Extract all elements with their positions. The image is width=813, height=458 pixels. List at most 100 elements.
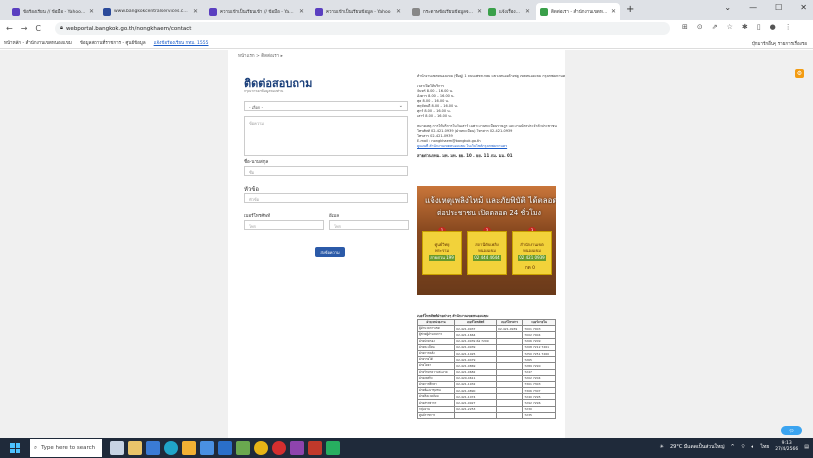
- banner-footer: กด 0: [525, 266, 535, 271]
- language-icon[interactable]: ไทย: [760, 443, 769, 451]
- contact-info: สำนักงานเขตหนองแขม (ที่อยู่) 1 ถนนเพชรเก…: [417, 74, 565, 158]
- browser-tab[interactable]: ความเข้าเป็นเรียนข้อมูล - Yahoo ✕: [311, 3, 405, 20]
- new-tab-button[interactable]: +: [626, 4, 634, 15]
- banner-card-line2: พระราม: [435, 248, 449, 253]
- edge-icon[interactable]: [164, 441, 178, 455]
- task-view-icon[interactable]: [110, 441, 124, 455]
- banner-card-line3: 02 421 0939: [518, 255, 546, 261]
- tray-chevron-icon[interactable]: ^: [731, 444, 735, 450]
- tab-close-icon[interactable]: ✕: [525, 8, 530, 15]
- sidebar-icon[interactable]: ▯: [757, 23, 761, 31]
- chevron-down-icon: ⌄: [398, 103, 403, 109]
- system-tray: ☀ 29°C มีแดดเป็นส่วนใหญ่ ^ ⌔ 🔈︎ ไทย 9:13…: [660, 441, 810, 453]
- tab-close-icon[interactable]: ✕: [193, 8, 198, 15]
- map-link[interactable]: ดูแผนที่ สำนักงานเขตหนองแขม ในเว็บไซต์กร…: [417, 144, 565, 149]
- weather-icon[interactable]: ☀: [660, 444, 664, 450]
- bookmark-item[interactable]: แจ้งข้อร้องเรียน กทม. 1555: [154, 39, 209, 46]
- subject-field[interactable]: หัวข้อ: [244, 193, 408, 203]
- app-icon[interactable]: [290, 441, 304, 455]
- accessibility-icon[interactable]: ⚙: [795, 69, 804, 78]
- app-icon[interactable]: [182, 441, 196, 455]
- phone-table: ฝ่าย/หน่วยงาน เบอร์โทรศัพท์ เบอร์โทรสาร เบอ…: [416, 318, 556, 420]
- volume-icon[interactable]: 🔈︎: [751, 444, 754, 450]
- browser-tab[interactable]: กระดาษข้อเรียนข้อมูลจะเปลี่ยนแปลง✕: [408, 3, 486, 20]
- breadcrumb[interactable]: หน้าแรก > ติดต่อเรา ▸: [238, 52, 283, 59]
- banner-card: สถานีดับเพลิง หนองแขม 02 444 4644: [467, 231, 507, 275]
- clock[interactable]: 9:13 27/4/2566: [775, 441, 798, 453]
- star-icon[interactable]: ☆: [727, 23, 733, 31]
- tab-close-icon[interactable]: ✕: [89, 8, 94, 15]
- category-select[interactable]: - เลือก - ⌄: [244, 101, 408, 111]
- notification-icon[interactable]: ▤: [804, 444, 809, 450]
- mail-icon[interactable]: [218, 441, 232, 455]
- forward-icon[interactable]: →: [21, 24, 28, 33]
- banner-card-line2: หนองแขม: [478, 248, 496, 253]
- reload-icon[interactable]: C: [35, 24, 41, 33]
- browser-tab[interactable]: ความเข้าเป็นเรียนเข้า // ข้อมือ - Yahoo …: [205, 3, 308, 20]
- page-subtitle: กรุณากรอกข้อมูลของท่าน: [244, 89, 284, 93]
- app-icon[interactable]: [200, 441, 214, 455]
- window-controls: ⌄ — ☐ ✕: [724, 3, 807, 12]
- windows-start-icon[interactable]: [10, 443, 20, 453]
- browser-tab[interactable]: ติดต่อเรา - สำนักงานเขตหนองแขม✕: [536, 3, 620, 20]
- address-bar-url: webportal.bangkok.go.th/nongkhaem/contac…: [65, 25, 192, 32]
- tab-label: ความเข้าเป็นเรียนข้อมูล - Yahoo: [326, 10, 391, 15]
- tab-favicon-icon: [412, 7, 420, 16]
- browser-tab[interactable]: www.bangkokcentralservices.com - Yahoo S…: [99, 3, 202, 20]
- app-icon[interactable]: [236, 441, 250, 455]
- address-bar[interactable]: 🔒︎ webportal.bangkok.go.th/nongkhaem/con…: [55, 22, 670, 35]
- name-placeholder: ชื่อ: [249, 170, 255, 175]
- app-icon[interactable]: [128, 441, 142, 455]
- translate-icon[interactable]: ⊞: [682, 23, 688, 31]
- opera-icon[interactable]: [272, 441, 286, 455]
- weather-text[interactable]: 29°C มีแดดเป็นส่วนใหญ่: [670, 443, 725, 451]
- banner-card-line3: สายด่วน 199: [429, 255, 455, 261]
- message-textarea[interactable]: ข้อความ: [244, 116, 408, 156]
- tab-label: แจ้งเรื่องร้องเรียนและเสนอแนะ: [499, 10, 522, 15]
- chevron-down-icon[interactable]: ⌄: [724, 3, 731, 12]
- bookmark-item[interactable]: ข้อมูลสถานที่ราชการ - ศูนย์ข้อมูล: [80, 39, 146, 46]
- banner-card-line3: 02 444 4644: [473, 255, 501, 261]
- name-field[interactable]: ชื่อ: [244, 166, 408, 176]
- back-icon[interactable]: ←: [6, 24, 13, 33]
- app-icon[interactable]: [308, 441, 322, 455]
- app-icon[interactable]: [146, 441, 160, 455]
- maximize-icon[interactable]: ☐: [775, 3, 782, 12]
- tab-label: ข้อร้องเรียน // ข้อมือ - Yahoo Search Re…: [23, 10, 86, 15]
- bookmark-item[interactable]: หน้าหลัก - สำนักงานเขตหนองแขม: [4, 39, 72, 46]
- tab-close-icon[interactable]: ✕: [396, 8, 401, 15]
- phone-field[interactable]: โทร: [244, 220, 324, 230]
- network-icon[interactable]: ⌔: [741, 444, 746, 450]
- browser-tab[interactable]: แจ้งเรื่องร้องเรียนและเสนอแนะ✕: [484, 3, 534, 20]
- app-icon[interactable]: [326, 441, 340, 455]
- banner-card-line2: หนองแขม: [523, 248, 541, 253]
- browser-tab-strip: ข้อร้องเรียน // ข้อมือ - Yahoo Search Re…: [0, 0, 813, 20]
- banner-subtitle: ต่อประชาชน เปิดตลอด 24 ชั่วโมง: [437, 209, 541, 217]
- close-icon[interactable]: ✕: [800, 3, 807, 12]
- menu-icon[interactable]: ⋮: [785, 23, 792, 31]
- minimize-icon[interactable]: —: [749, 3, 757, 12]
- table-cell: [454, 411, 497, 420]
- banner-card: ศูนย์วิทยุ พระราม สายด่วน 199: [422, 231, 462, 275]
- tab-label: www.bangkokcentralservices.com - Yahoo S…: [114, 9, 190, 14]
- browser-tab[interactable]: ข้อร้องเรียน // ข้อมือ - Yahoo Search Re…: [8, 3, 98, 20]
- subject-placeholder: หัวข้อ: [249, 197, 260, 202]
- profile-icon[interactable]: ●: [770, 23, 776, 31]
- other-bookmarks[interactable]: บุ๊กมาร์กอื่นๆ รายการเรื่องรอ: [752, 40, 807, 47]
- tab-close-icon[interactable]: ✕: [299, 8, 304, 15]
- tab-close-icon[interactable]: ✕: [477, 8, 482, 15]
- tab-favicon-icon: [488, 7, 496, 16]
- email-field[interactable]: โทร: [329, 220, 409, 230]
- tab-label: กระดาษข้อเรียนข้อมูลจะเปลี่ยนแปลง: [423, 10, 474, 15]
- chat-button[interactable]: 💬︎: [781, 426, 802, 435]
- zoom-icon[interactable]: ⊙: [697, 23, 703, 31]
- submit-button[interactable]: ส่งข้อความ: [315, 247, 345, 257]
- tab-favicon-icon: [12, 7, 20, 16]
- chrome-icon[interactable]: [254, 441, 268, 455]
- category-select-value: - เลือก -: [249, 105, 264, 110]
- name-label: ชื่อ-นามสกุล: [244, 160, 269, 165]
- taskbar-search[interactable]: ⌕ Type here to search: [30, 439, 102, 457]
- share-icon[interactable]: ⇗: [712, 23, 718, 31]
- tab-close-icon[interactable]: ✕: [611, 8, 616, 15]
- extensions-icon[interactable]: ✱: [742, 23, 748, 31]
